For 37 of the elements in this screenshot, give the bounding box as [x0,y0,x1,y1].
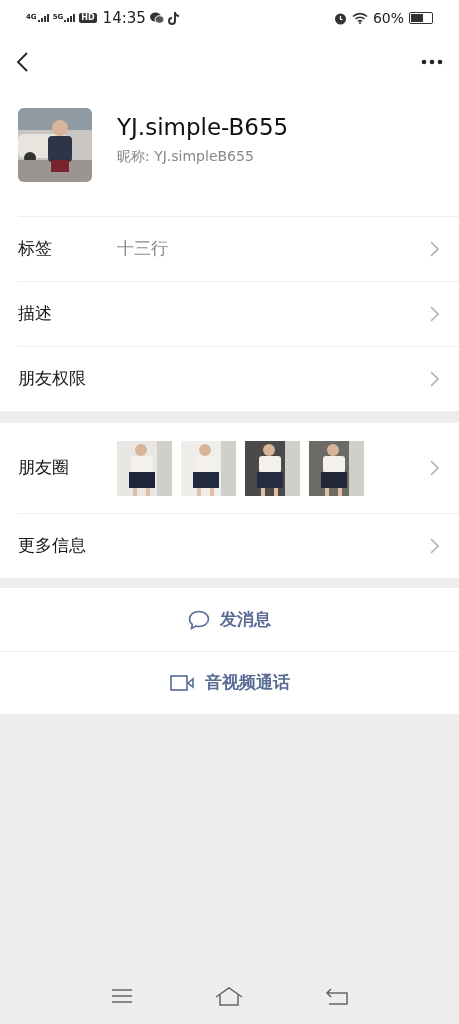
signal-icon [37,14,49,22]
chevron-icon [430,306,439,322]
row-value: 十三行 [117,238,168,259]
home-button[interactable] [213,986,244,1006]
contact-name: YJ.simple-B655 [117,113,289,142]
info-row[interactable]: 描述 [18,281,459,346]
chevron-icon [430,538,439,554]
wifi-icon [351,12,368,24]
battery-percent: 60% [372,8,404,28]
video-camera-icon [169,675,195,691]
row-label: 朋友圈 [18,456,70,480]
signal-icon [64,14,76,22]
chat-bubble-icon [188,609,210,630]
battery-icon [409,12,433,24]
alarm-icon [333,11,347,25]
back-nav-button[interactable] [324,987,349,1005]
chevron-icon [430,460,439,476]
more-button[interactable] [421,59,443,65]
info-row[interactable]: 朋友权限 [18,346,459,411]
row-label: 标签 [18,237,53,261]
music-note-icon [167,11,179,25]
hd-badge: HD [79,13,97,23]
row-label: 朋友权限 [18,367,87,391]
more-info-row[interactable]: 更多信息 [18,513,459,578]
chevron-icon [430,371,439,387]
row-label: 描述 [18,302,53,326]
call-button[interactable]: 音视频通话 [0,651,459,714]
moments-row[interactable]: 朋友圈 [18,423,459,513]
row-label: 更多信息 [18,534,87,558]
nickname: 昵称: YJ.simpleB655 [117,147,255,166]
menu-button[interactable] [110,988,133,1004]
info-row[interactable]: 标签 十三行 [18,216,459,281]
message-button[interactable]: 发消息 [0,588,459,651]
back-button[interactable] [16,52,28,72]
chat-app-icon [149,12,164,24]
status-time: 14:35 [102,7,146,29]
chevron-icon [430,241,439,257]
